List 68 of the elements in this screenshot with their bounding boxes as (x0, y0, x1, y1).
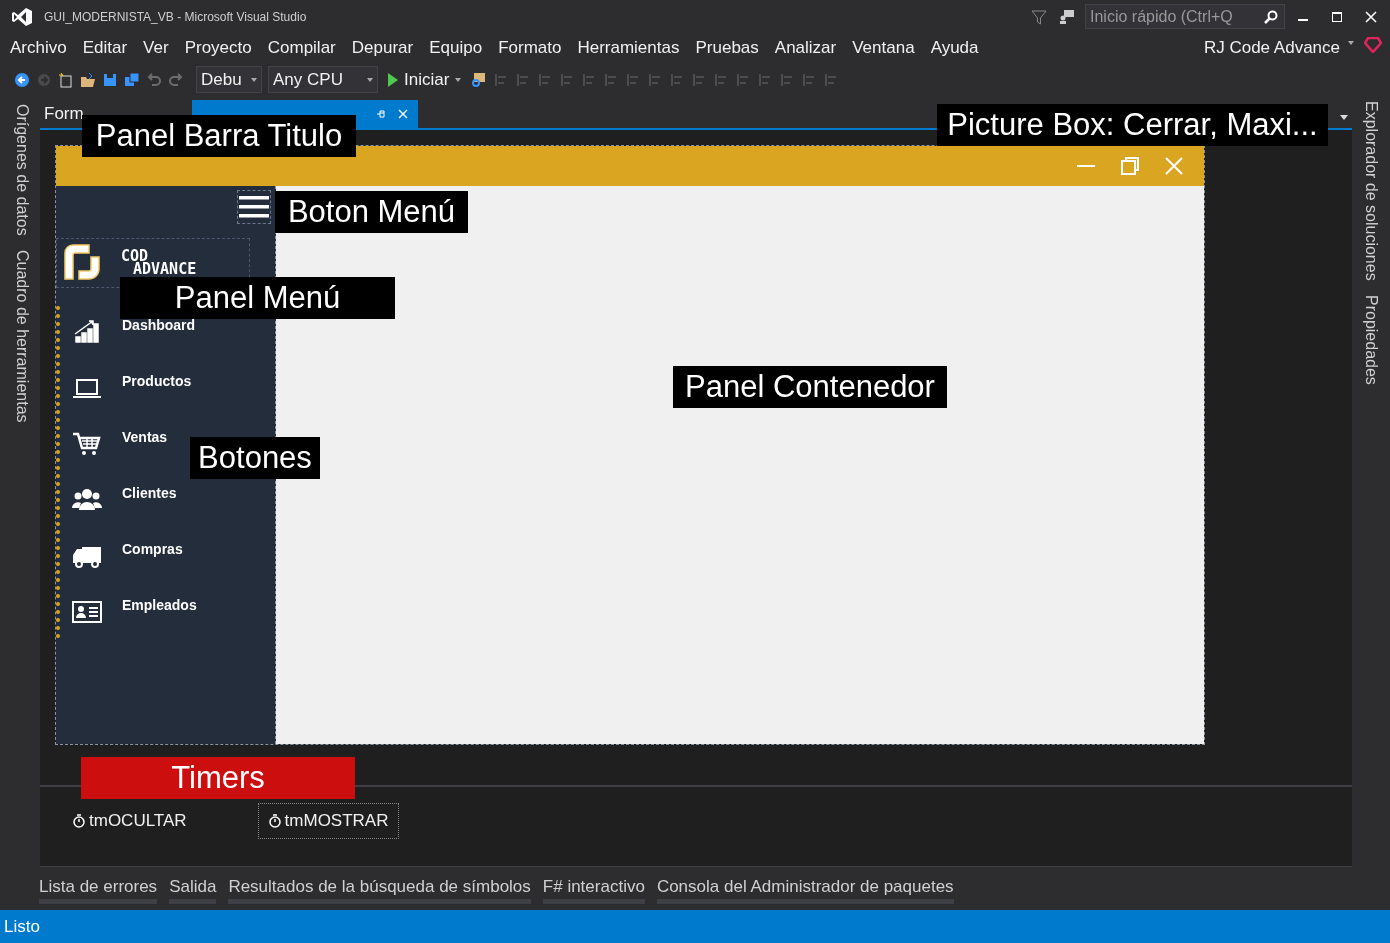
menu-item[interactable]: Formato (490, 32, 570, 63)
menu-item[interactable]: Herramientas (569, 32, 688, 63)
caret-icon (1348, 40, 1354, 45)
annotation-tooltip: Picture Box: Cerrar, Maxi... (937, 104, 1328, 146)
cart-icon (72, 430, 102, 458)
caret-icon (455, 77, 462, 82)
panel-tab[interactable]: F# interactivo (542, 875, 645, 904)
undo-icon[interactable] (146, 71, 162, 88)
caret-icon (251, 77, 257, 82)
redo-icon[interactable] (168, 71, 184, 88)
annotation-tooltip: Timers (81, 757, 355, 799)
side-panel-tab[interactable]: Explorador de soluciones (1359, 101, 1383, 281)
status-text: Listo (4, 915, 40, 938)
feedback-icon[interactable] (1059, 8, 1075, 25)
menu-item[interactable]: Ventana (844, 32, 923, 63)
menu-item[interactable]: Analizar (766, 32, 845, 63)
menu-item[interactable]: Equipo (421, 32, 491, 63)
id-card-icon (72, 598, 102, 626)
play-icon (388, 72, 398, 87)
menu-item[interactable]: Archivo (2, 32, 75, 63)
search-icon (1264, 9, 1278, 24)
filter-icon[interactable] (1031, 8, 1047, 25)
bar-chart-icon (72, 318, 102, 346)
stopwatch-icon (268, 814, 281, 828)
side-panel-tab[interactable]: Propiedades (1359, 294, 1383, 385)
menu-item[interactable]: Pruebas (687, 32, 767, 63)
menu-item[interactable]: Depurar (343, 32, 422, 63)
start-button[interactable]: Iniciar (384, 66, 466, 93)
pin-icon[interactable] (376, 109, 386, 119)
caret-icon (367, 77, 373, 82)
timer-component[interactable]: tmMOSTRAR (257, 803, 400, 839)
panel-tab[interactable]: Salida (169, 875, 217, 904)
logo-text: ADVANCE (133, 263, 197, 276)
menu-item[interactable]: Ver (135, 32, 177, 63)
menu-item[interactable]: Compilar (259, 32, 344, 63)
back-icon[interactable] (14, 71, 30, 88)
heart-icon[interactable] (1364, 36, 1382, 53)
platform-dropdown[interactable]: Any CPU (268, 66, 378, 93)
save-icon[interactable] (102, 71, 118, 88)
visual-studio-logo-icon (11, 6, 33, 27)
menu-item[interactable]: Proyecto (176, 32, 260, 63)
menu-item[interactable]: Ayuda (922, 32, 987, 63)
logo-text: COD (121, 250, 149, 263)
account-name[interactable]: RJ Code Advance (1203, 34, 1340, 61)
dropdown-icon[interactable] (1340, 115, 1348, 120)
quick-launch-field[interactable]: Inicio rápido (Ctrl+Q (1085, 4, 1285, 29)
annotation-tooltip: Botones (190, 437, 320, 479)
configuration-dropdown[interactable]: Debu (196, 66, 262, 93)
save-all-icon[interactable] (124, 71, 140, 88)
stopwatch-icon (73, 814, 85, 828)
window-title: GUI_MODERNISTA_VB - Microsoft Visual Studio (44, 8, 307, 26)
side-panel-tab[interactable]: Orígenes de datos (4, 104, 34, 236)
panel-tab[interactable]: Lista de errores (39, 875, 158, 904)
menu-item[interactable]: Editar (74, 32, 136, 63)
annotation-tooltip: Panel Barra Titulo (82, 115, 356, 157)
annotation-tooltip: Panel Menú (120, 277, 395, 319)
side-panel-tab[interactable]: Cuadro de herramientas (4, 249, 34, 423)
forward-icon[interactable] (36, 71, 52, 88)
annotation-tooltip: Boton Menú (275, 191, 468, 233)
maximize-icon[interactable] (1331, 10, 1343, 23)
annotation-tooltip: Panel Contenedor (673, 366, 947, 408)
find-icon[interactable] (471, 71, 488, 88)
timer-component[interactable]: tmOCULTAR (62, 803, 198, 839)
panel-tab[interactable]: Resultados de la búsqueda de símbolos (228, 875, 531, 904)
close-icon[interactable] (1365, 10, 1377, 23)
open-folder-icon[interactable] (80, 71, 96, 88)
panel-tab[interactable]: Consola del Administrador de paquetes (656, 875, 954, 904)
new-item-icon[interactable] (58, 71, 74, 88)
